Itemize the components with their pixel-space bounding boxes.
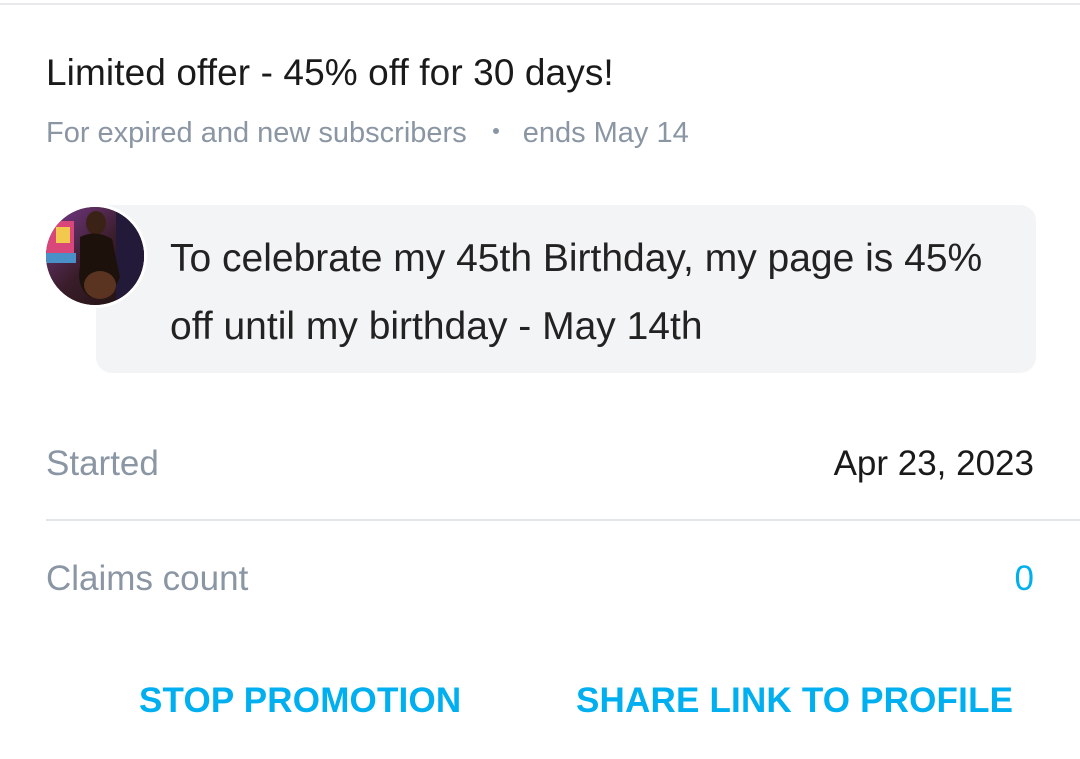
promotion-message: To celebrate my 45th Birthday, my page i… xyxy=(170,237,983,348)
offer-title: Limited offer - 45% off for 30 days! xyxy=(46,52,614,93)
claims-label: Claims count xyxy=(46,559,249,598)
stop-promotion-button[interactable]: STOP PROMOTION xyxy=(139,677,461,725)
row-divider xyxy=(46,519,1080,521)
avatar-image xyxy=(46,207,144,305)
avatar[interactable] xyxy=(43,204,147,308)
claims-count[interactable]: 0 xyxy=(1015,559,1034,599)
promotion-card: Limited offer - 45% off for 30 days! For… xyxy=(0,0,1080,759)
started-value: Apr 23, 2023 xyxy=(833,444,1034,483)
top-divider xyxy=(0,3,1080,5)
started-row: Started Apr 23, 2023 xyxy=(46,442,1034,486)
claims-row: Claims count 0 xyxy=(46,557,1034,601)
offer-audience: For expired and new subscribers xyxy=(46,117,467,149)
share-link-button[interactable]: SHARE LINK TO PROFILE xyxy=(576,677,1013,725)
offer-end-date: ends May 14 xyxy=(522,117,689,149)
started-label: Started xyxy=(46,444,159,483)
separator-dot xyxy=(492,127,499,134)
offer-subtitle: For expired and new subscribers ends May… xyxy=(46,117,689,150)
